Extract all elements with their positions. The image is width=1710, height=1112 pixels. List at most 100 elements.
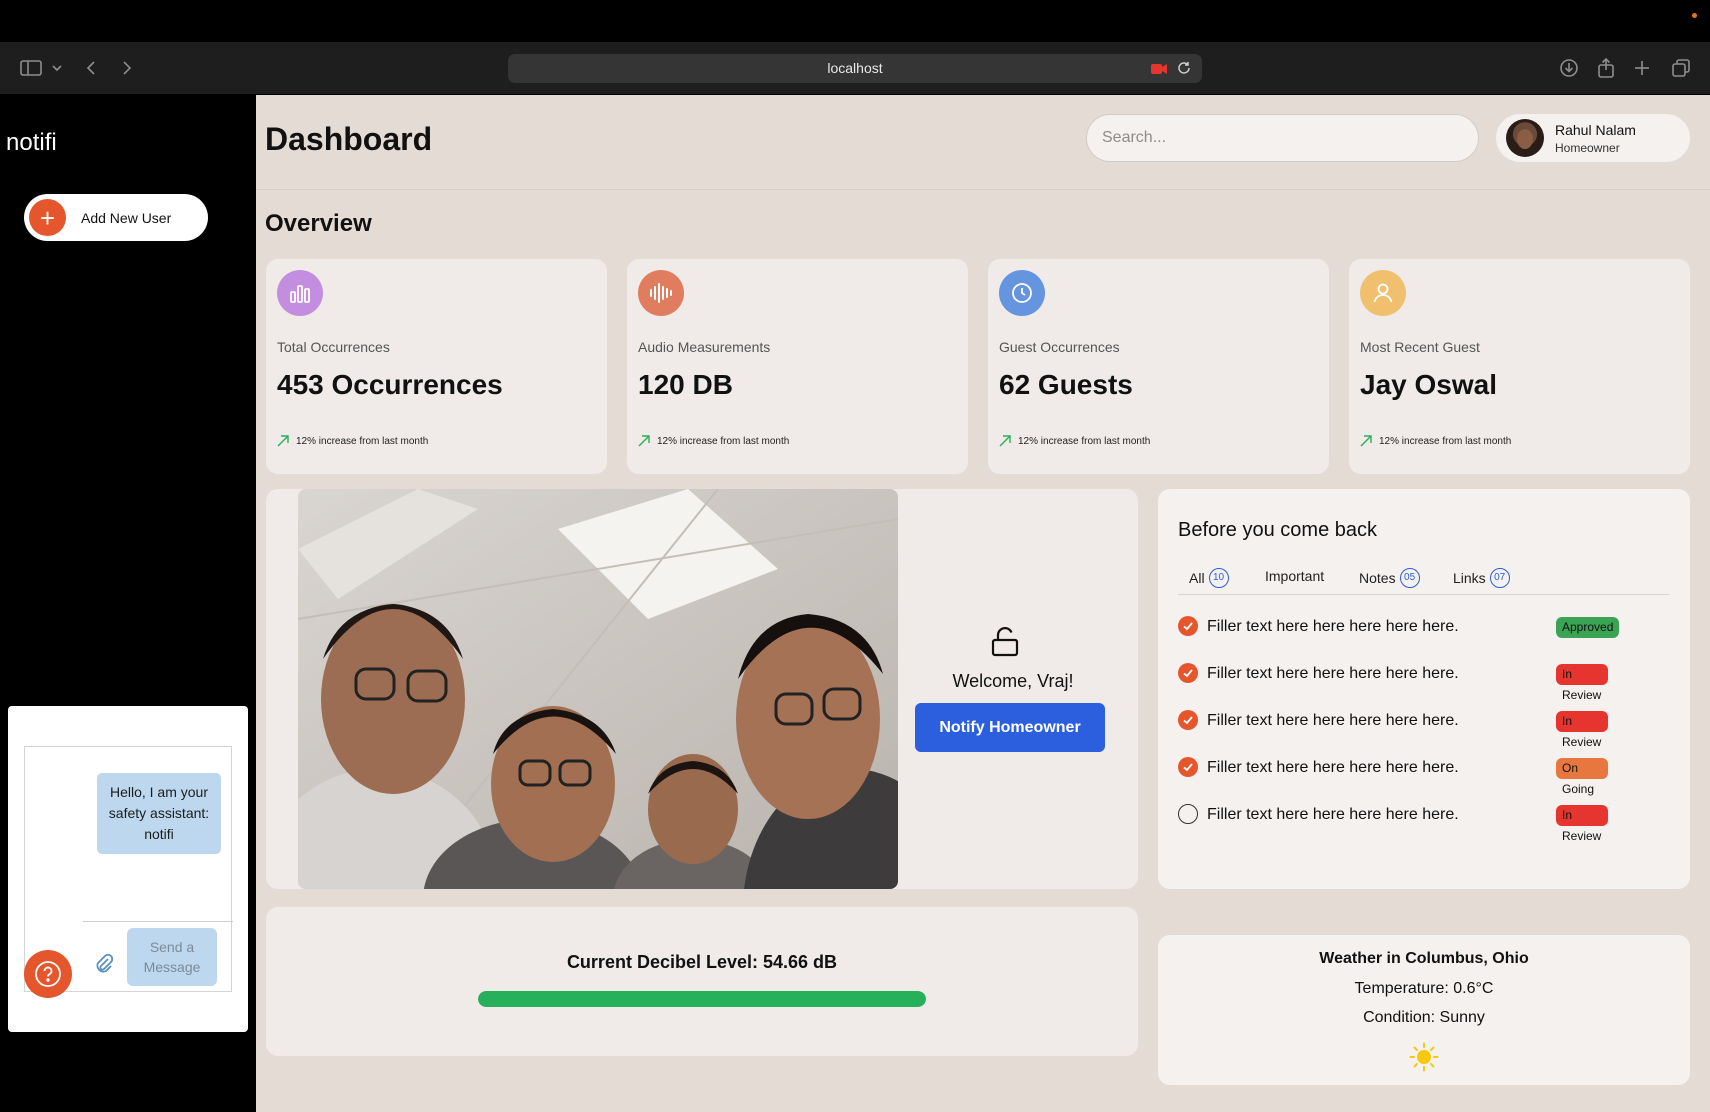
help-icon	[35, 961, 61, 987]
plus-icon: +	[29, 199, 66, 236]
task-item: Filler text here here here here here. Ap…	[1178, 615, 1620, 639]
menu-bar	[0, 0, 1710, 42]
task-item: Filler text here here here here here. On…	[1178, 756, 1608, 796]
weather-title: Weather in Columbus, Ohio	[1319, 950, 1529, 967]
checked-circle-icon[interactable]	[1178, 757, 1198, 777]
task-text: Filler text here here here here here.	[1207, 665, 1459, 682]
weather-condition: Condition: Sunny	[1363, 1009, 1485, 1026]
tab-count-badge: 10	[1208, 568, 1229, 588]
stat-trend-text: 12% increase from last month	[296, 435, 429, 447]
browser-toolbar: localhost	[0, 42, 1710, 95]
trend-up-icon	[277, 435, 289, 447]
brand-logo: notifi	[6, 129, 57, 156]
stat-trend: 12% increase from last month	[999, 435, 1150, 447]
trend-up-icon	[638, 435, 650, 447]
stat-value: 120 DB	[638, 369, 733, 400]
user-icon	[1360, 270, 1406, 316]
user-name: Rahul Nalam	[1555, 122, 1636, 138]
trend-up-icon	[1360, 435, 1372, 447]
tab-bar: All 10 Important Notes 05 Links 07	[1178, 568, 1669, 588]
stat-trend: 12% increase from last month	[1360, 435, 1511, 447]
checked-circle-icon[interactable]	[1178, 663, 1198, 683]
task-text: Filler text here here here here here.	[1207, 806, 1459, 823]
tab-overview-icon[interactable]	[1671, 56, 1691, 80]
stat-trend-text: 12% increase from last month	[1018, 435, 1151, 447]
tab-label: All	[1189, 570, 1205, 586]
tab-label: Links	[1453, 570, 1486, 586]
tab-notes[interactable]: Notes 05	[1359, 568, 1420, 588]
stat-label: Audio Measurements	[638, 339, 771, 355]
stat-trend: 12% increase from last month	[638, 435, 789, 447]
sun-icon	[1409, 1042, 1439, 1077]
notify-homeowner-button[interactable]: Notify Homeowner	[915, 703, 1105, 752]
sidebar: notifi + Add New User Hello, I am your s…	[0, 95, 256, 1112]
status-badge: Approved	[1556, 617, 1620, 638]
stat-card-guest-occurrences: Guest Occurrences 62 Guests 12% increase…	[988, 259, 1329, 474]
tab-divider	[1178, 594, 1669, 595]
avatar	[1506, 119, 1544, 157]
chat-message: Hello, I am your safety assistant: notif…	[97, 773, 221, 854]
stat-card-audio-measurements: Audio Measurements 120 DB 12% increase f…	[627, 259, 968, 474]
checked-circle-icon[interactable]	[1178, 616, 1198, 636]
task-text: Filler text here here here here here.	[1207, 618, 1459, 635]
decibel-meter	[478, 991, 926, 1007]
stat-value: Jay Oswal	[1360, 369, 1497, 400]
add-new-user-button[interactable]: + Add New User	[24, 194, 208, 241]
sidebar-toggle-icon[interactable]	[20, 56, 42, 80]
task-item: Filler text here here here here here. In…	[1178, 709, 1608, 749]
chevron-down-icon[interactable]	[51, 56, 63, 80]
forward-icon[interactable]	[121, 56, 133, 80]
header-divider	[256, 189, 1710, 190]
status-badge: In Review	[1556, 664, 1608, 702]
tab-count-badge: 05	[1399, 568, 1420, 588]
user-role: Homeowner	[1555, 141, 1620, 155]
tab-important[interactable]: Important	[1265, 568, 1324, 584]
stat-trend-text: 12% increase from last month	[1379, 435, 1512, 447]
stat-value: 62 Guests	[999, 369, 1133, 400]
camera-feed-image	[298, 489, 898, 889]
help-button[interactable]	[24, 950, 72, 998]
search-input[interactable]	[1086, 114, 1479, 162]
decibel-card: Current Decibel Level: 54.66 dB	[266, 907, 1138, 1056]
tab-count-badge: 07	[1489, 568, 1510, 588]
stat-trend: 12% increase from last month	[277, 435, 428, 447]
tab-all[interactable]: All 10	[1189, 568, 1229, 588]
stat-trend-text: 12% increase from last month	[657, 435, 790, 447]
stat-card-most-recent-guest: Most Recent Guest Jay Oswal 12% increase…	[1349, 259, 1690, 474]
camera-card: Welcome, Vraj! Notify Homeowner	[266, 489, 1138, 889]
clock-icon	[999, 270, 1045, 316]
paperclip-icon[interactable]	[95, 953, 114, 978]
stat-label: Most Recent Guest	[1360, 339, 1480, 355]
stat-value: 453 Occurrences	[277, 369, 503, 400]
address-bar[interactable]: localhost	[508, 54, 1202, 83]
weather-temperature: Temperature: 0.6°C	[1354, 980, 1494, 997]
chat-divider	[83, 921, 233, 922]
task-item: Filler text here here here here here. In…	[1178, 662, 1608, 702]
user-profile[interactable]: Rahul Nalam Homeowner	[1496, 114, 1690, 162]
tab-links[interactable]: Links 07	[1453, 568, 1510, 588]
reload-icon[interactable]	[1177, 61, 1191, 80]
url-text: localhost	[827, 60, 883, 76]
send-message-button[interactable]: Send a Message	[127, 928, 217, 986]
status-badge: In Review	[1556, 805, 1608, 843]
back-icon[interactable]	[85, 56, 97, 80]
decibel-meter-fill	[478, 991, 926, 1007]
before-you-come-back-card: Before you come back All 10 Important No…	[1158, 489, 1690, 889]
add-new-user-label: Add New User	[81, 209, 172, 226]
share-icon[interactable]	[1597, 56, 1615, 80]
trend-up-icon	[999, 435, 1011, 447]
task-item: Filler text here here here here here. In…	[1178, 803, 1608, 843]
weather-card: Weather in Columbus, Ohio Temperature: 0…	[1158, 935, 1690, 1085]
tab-label: Important	[1265, 568, 1325, 584]
card-title: Before you come back	[1178, 519, 1377, 541]
camera-recording-icon[interactable]	[1151, 62, 1167, 80]
overview-title: Overview	[265, 210, 372, 237]
status-dot	[1692, 13, 1697, 18]
status-badge: In Review	[1556, 711, 1608, 749]
checked-circle-icon[interactable]	[1178, 710, 1198, 730]
unchecked-circle-icon[interactable]	[1178, 804, 1198, 824]
status-badge: On Going	[1556, 758, 1608, 796]
stat-card-total-occurrences: Total Occurrences 453 Occurrences 12% in…	[266, 259, 607, 474]
new-tab-icon[interactable]	[1634, 56, 1650, 80]
download-icon[interactable]	[1559, 56, 1579, 80]
